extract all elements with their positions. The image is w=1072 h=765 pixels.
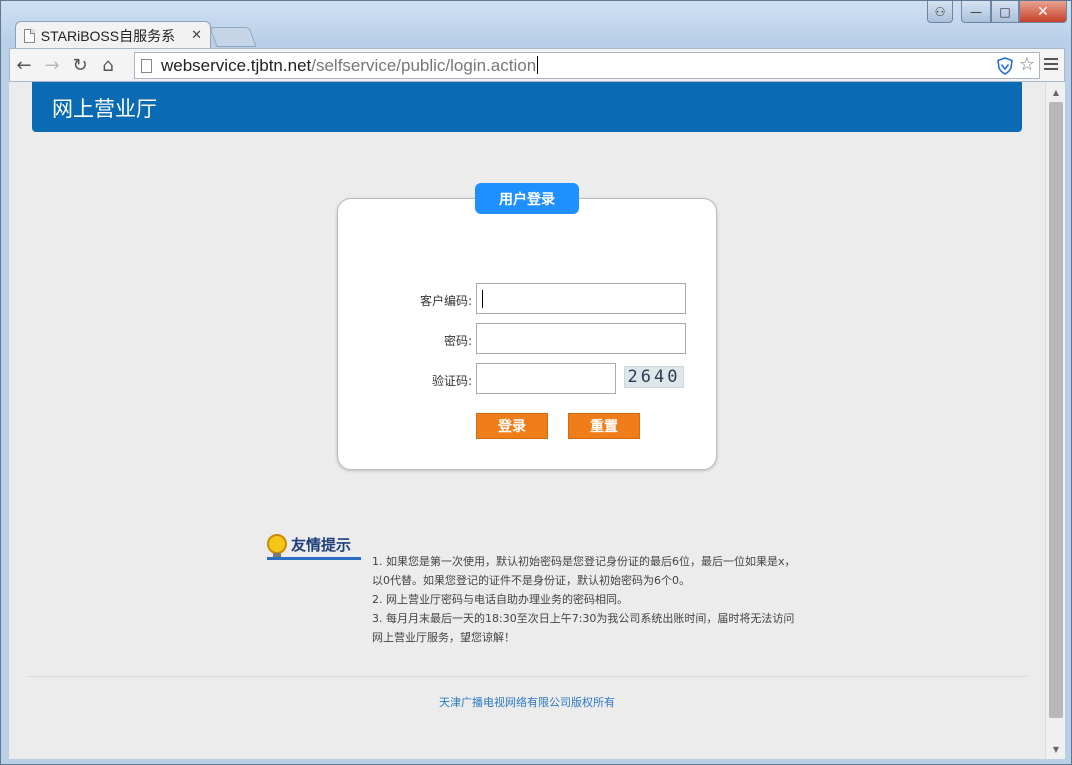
login-panel: 客户编码: 密码: 验证码: 2640 登录 重置 xyxy=(337,198,717,470)
address-bar[interactable]: webservice.tjbtn.net/selfservice/public/… xyxy=(134,52,1040,79)
user-profile-button[interactable]: ⚇ xyxy=(927,1,953,23)
login-button[interactable]: 登录 xyxy=(476,413,548,439)
captcha-label: 验证码: xyxy=(431,374,472,388)
url-host: webservice.tjbtn.net xyxy=(161,55,312,75)
back-button[interactable]: ← xyxy=(10,51,38,79)
password-input[interactable] xyxy=(476,323,686,354)
tip-line: 2. 网上营业厅密码与电话自助办理业务的密码相同。 xyxy=(372,593,628,606)
vertical-scrollbar[interactable]: ▲ ▼ xyxy=(1045,82,1065,759)
tips-text: 1. 如果您是第一次使用，默认初始密码是您登记身份证的最后6位，最后一位如果是x… xyxy=(372,552,796,647)
reset-button[interactable]: 重置 xyxy=(568,413,640,439)
maximize-button[interactable]: □ xyxy=(991,1,1019,23)
tips-title: 友情提示 xyxy=(291,536,352,554)
forward-button[interactable]: → xyxy=(38,51,66,79)
login-tab-label: 用户登录 xyxy=(475,183,579,214)
home-button[interactable]: ⌂ xyxy=(94,51,122,79)
customer-id-row: 客户编码: xyxy=(338,283,718,315)
text-caret xyxy=(537,55,539,74)
tip-line: 3. 每月月末最后一天的18:30至次日上午7:30为我公司系统出账时间，届时将… xyxy=(372,612,795,644)
lightbulb-icon xyxy=(267,534,287,558)
browser-toolbar: ← → ↻ ⌂ webservice.tjbtn.net/selfservice… xyxy=(9,48,1065,82)
url-path: /selfservice/public/login.action xyxy=(311,55,537,75)
page-viewport: 网上营业厅 客户编码: 密码: 验证码: 2640 登录 重置 用户登录 友情提… xyxy=(9,82,1065,759)
window-controls: ⚇ — □ ✕ xyxy=(927,1,1067,23)
reload-button[interactable]: ↻ xyxy=(66,51,94,79)
shield-icon[interactable] xyxy=(997,57,1013,75)
scrollbar-thumb[interactable] xyxy=(1049,102,1063,718)
customer-id-input[interactable] xyxy=(476,283,686,314)
password-row: 密码: xyxy=(338,323,718,355)
scroll-up-icon[interactable]: ▲ xyxy=(1046,84,1065,100)
tip-line: 1. 如果您是第一次使用，默认初始密码是您登记身份证的最后6位，最后一位如果是x… xyxy=(372,555,796,587)
tips-badge: 友情提示 xyxy=(263,528,361,564)
title-bar: STARiBOSS自服务系 ✕ ⚇ — □ ✕ xyxy=(1,1,1072,49)
page-header: 网上营业厅 xyxy=(32,82,1022,132)
customer-id-label: 客户编码: xyxy=(419,294,472,308)
footer-divider xyxy=(27,676,1027,677)
text-caret xyxy=(482,290,483,308)
new-tab-button[interactable] xyxy=(209,27,257,47)
minimize-button[interactable]: — xyxy=(961,1,991,23)
page-icon xyxy=(141,58,152,73)
url-text: webservice.tjbtn.net/selfservice/public/… xyxy=(161,55,539,76)
tab-title: STARiBOSS自服务系 xyxy=(40,27,176,44)
scroll-down-icon[interactable]: ▼ xyxy=(1046,741,1065,757)
captcha-row: 验证码: 2640 xyxy=(338,363,718,395)
browser-tab[interactable]: STARiBOSS自服务系 ✕ xyxy=(15,21,211,49)
captcha-image[interactable]: 2640 xyxy=(624,366,684,388)
tab-close-icon[interactable]: ✕ xyxy=(191,28,202,43)
browser-window: STARiBOSS自服务系 ✕ ⚇ — □ ✕ ← → ↻ ⌂ webservi… xyxy=(0,0,1072,765)
tips-underline xyxy=(267,557,361,560)
password-label: 密码: xyxy=(443,334,472,348)
close-window-button[interactable]: ✕ xyxy=(1019,1,1067,23)
page-icon xyxy=(24,28,35,43)
footer-copyright: 天津广播电视网络有限公司版权所有 xyxy=(439,696,615,709)
bookmark-star-icon[interactable]: ☆ xyxy=(1019,54,1035,75)
captcha-input[interactable] xyxy=(476,363,616,394)
page-title: 网上营业厅 xyxy=(52,97,157,121)
menu-icon[interactable] xyxy=(1044,58,1058,73)
